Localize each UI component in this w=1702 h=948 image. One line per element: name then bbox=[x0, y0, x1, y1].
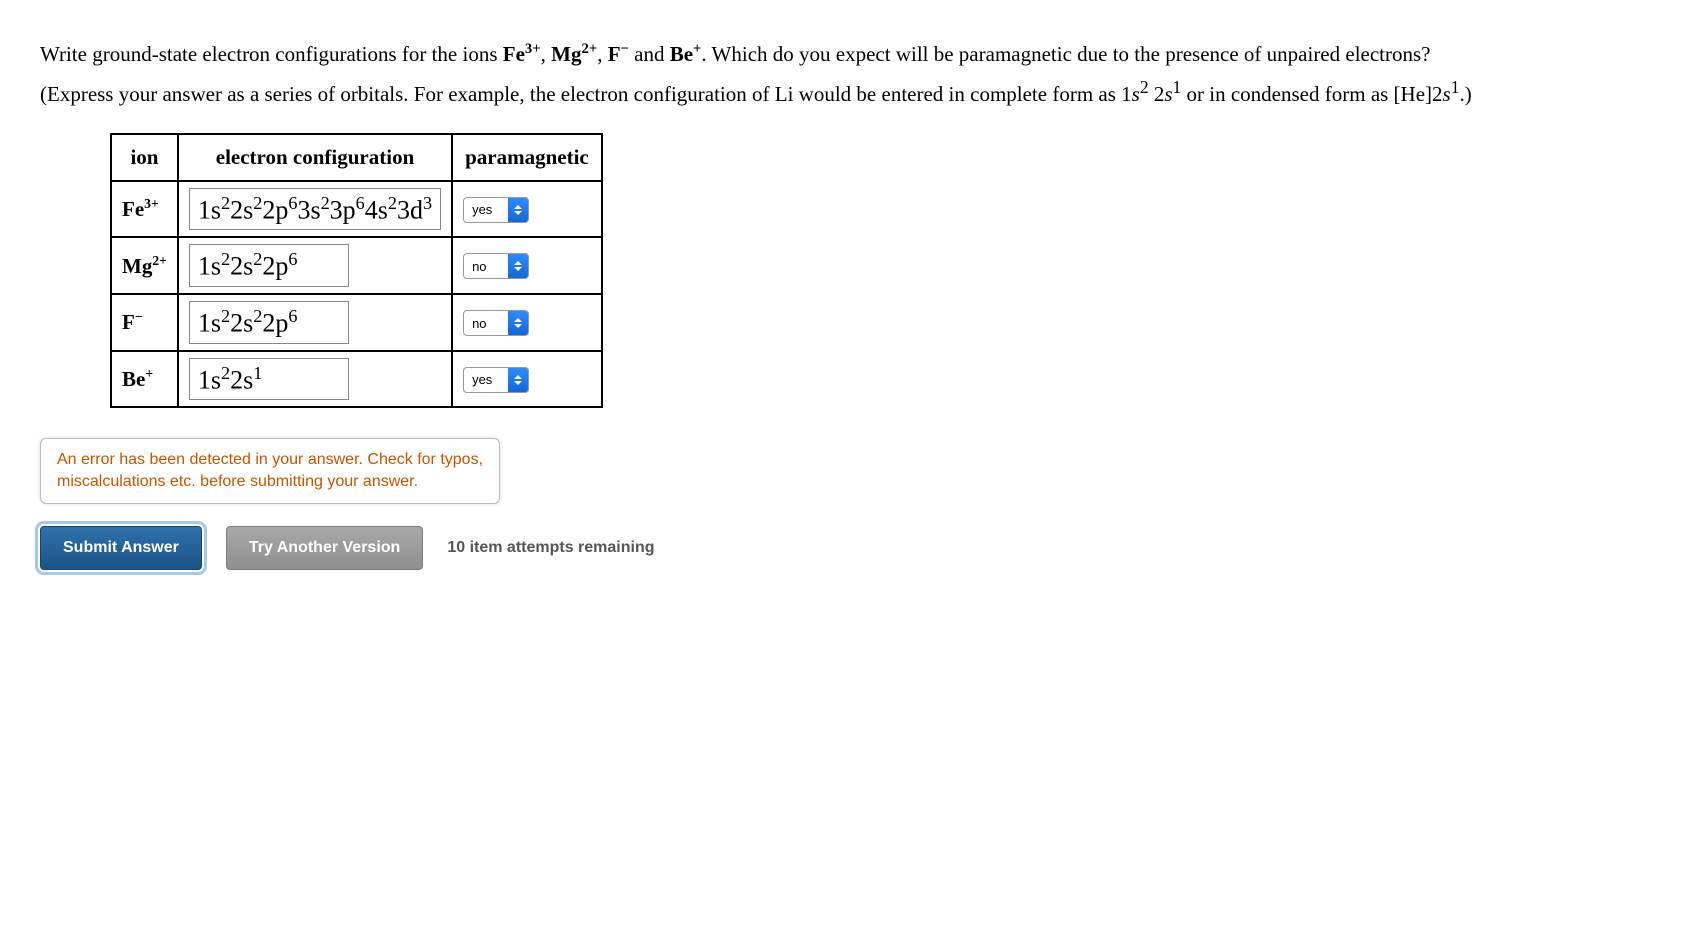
ion-label: Mg2+ bbox=[122, 254, 167, 278]
question-note: (Express your answer as a series of orbi… bbox=[40, 76, 1662, 108]
header-config: electron configuration bbox=[178, 134, 452, 181]
table-row: Mg2+ 1s22s22p6 no bbox=[111, 237, 602, 294]
updown-icon bbox=[508, 198, 528, 222]
error-message: An error has been detected in your answe… bbox=[40, 438, 500, 503]
select-value: no bbox=[464, 254, 508, 278]
ion-symbol: Mg2+ bbox=[551, 42, 597, 66]
electron-config-input[interactable]: 1s22s22p63s23p64s23d3 bbox=[189, 188, 441, 231]
paramagnetic-select[interactable]: no bbox=[463, 310, 529, 336]
ion-symbol: F− bbox=[608, 42, 629, 66]
ion-symbol: Be+ bbox=[670, 42, 702, 66]
select-value: no bbox=[464, 311, 508, 335]
ion-symbol: Fe3+ bbox=[503, 42, 541, 66]
updown-icon bbox=[508, 311, 528, 335]
submit-button[interactable]: Submit Answer bbox=[40, 526, 202, 570]
header-paramagnetic: paramagnetic bbox=[452, 134, 602, 181]
question-text: Write ground-state electron configuratio… bbox=[40, 40, 1662, 68]
ion-label: Fe3+ bbox=[122, 197, 159, 221]
table-row: Be+ 1s22s1 yes bbox=[111, 351, 602, 408]
paramagnetic-select[interactable]: yes bbox=[463, 367, 529, 393]
answer-table: ion electron configuration paramagnetic … bbox=[110, 133, 603, 409]
ion-label: Be+ bbox=[122, 367, 153, 391]
header-ion: ion bbox=[111, 134, 178, 181]
paramagnetic-select[interactable]: no bbox=[463, 253, 529, 279]
table-row: F− 1s22s22p6 no bbox=[111, 294, 602, 351]
attempts-remaining: 10 item attempts remaining bbox=[447, 539, 654, 557]
electron-config-input[interactable]: 1s22s22p6 bbox=[189, 301, 349, 344]
try-another-button[interactable]: Try Another Version bbox=[226, 526, 423, 570]
electron-config-input[interactable]: 1s22s22p6 bbox=[189, 244, 349, 287]
paramagnetic-select[interactable]: yes bbox=[463, 197, 529, 223]
select-value: yes bbox=[464, 198, 508, 222]
ion-label: F− bbox=[122, 310, 143, 334]
select-value: yes bbox=[464, 368, 508, 392]
button-row: Submit Answer Try Another Version 10 ite… bbox=[40, 526, 1662, 570]
updown-icon bbox=[508, 254, 528, 278]
updown-icon bbox=[508, 368, 528, 392]
electron-config-input[interactable]: 1s22s1 bbox=[189, 358, 349, 401]
table-row: Fe3+ 1s22s22p63s23p64s23d3 yes bbox=[111, 181, 602, 238]
